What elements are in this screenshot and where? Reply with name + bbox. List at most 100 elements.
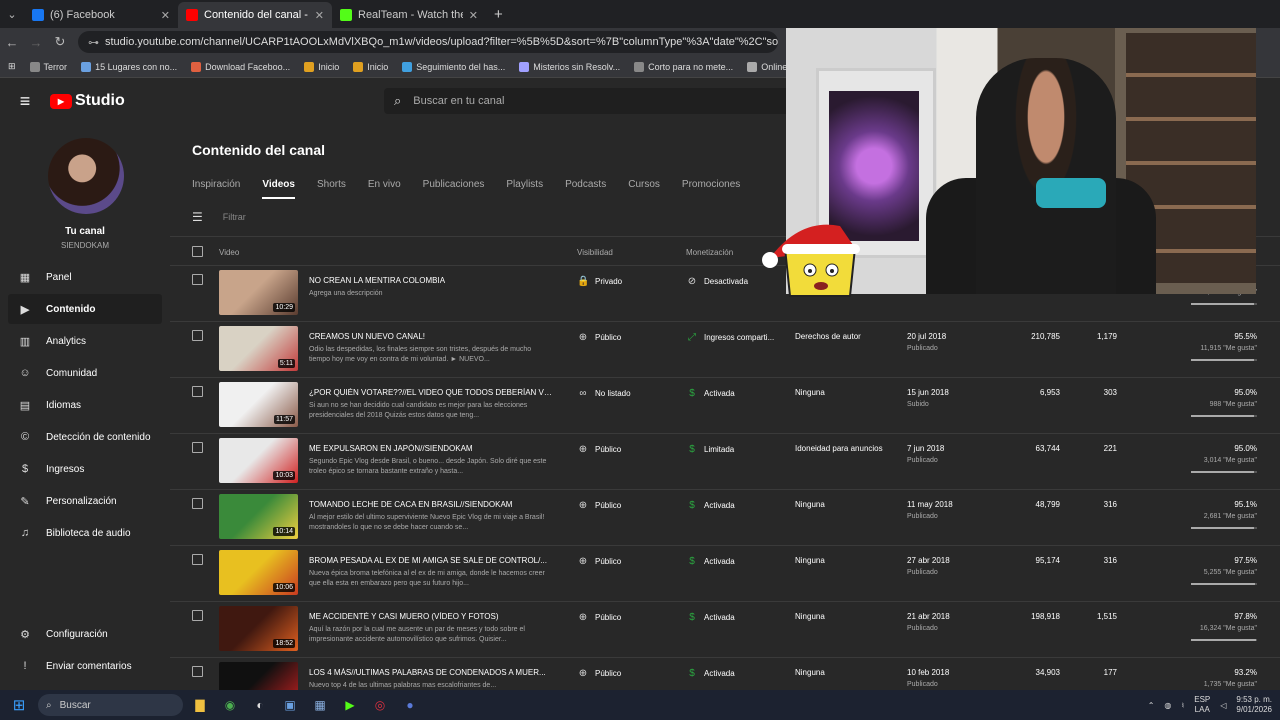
sidebar-item-dashboard[interactable]: ▦ Panel	[8, 262, 162, 292]
kick-icon[interactable]: ▶	[337, 694, 363, 716]
row-checkbox[interactable]	[192, 442, 203, 453]
video-title[interactable]: CREAMOS UN NUEVO CANAL!	[309, 332, 554, 341]
menu-icon[interactable]: ≡	[0, 91, 50, 112]
chevron-up-icon[interactable]: ⌃	[1148, 701, 1155, 710]
browser-tab[interactable]: RealTeam - Watch the VOD on ✕	[332, 2, 486, 28]
bookmark-item[interactable]: Inicio	[353, 61, 388, 72]
sidebar-item-copyright[interactable]: © Detección de contenido	[8, 422, 162, 452]
bookmark-item[interactable]: Corto para no mete...	[634, 61, 733, 72]
monetization-cell[interactable]: $ Activada	[686, 668, 734, 679]
video-thumbnail[interactable]: 10:14	[219, 494, 298, 539]
app-icon[interactable]: ◎	[367, 694, 393, 716]
row-checkbox[interactable]	[192, 666, 203, 677]
browser-tab[interactable]: Contenido del canal - YouTube ✕	[178, 2, 332, 28]
channel-avatar[interactable]	[48, 138, 124, 214]
bookmark-item[interactable]: 15 Lugares con no...	[81, 61, 177, 72]
monetization-cell[interactable]: $ Activada	[686, 556, 734, 567]
tab-inspiración[interactable]: Inspiración	[192, 179, 240, 199]
column-visibility[interactable]: Visibilidad	[577, 248, 613, 257]
sidebar-item-content[interactable]: ▶ Contenido	[8, 294, 162, 324]
tab-playlists[interactable]: Playlists	[506, 179, 543, 199]
filter-icon[interactable]: ☰	[192, 210, 203, 224]
row-checkbox[interactable]	[192, 554, 203, 565]
app-icon[interactable]: ◐	[247, 694, 273, 716]
close-icon[interactable]: ✕	[315, 9, 324, 22]
sidebar-item-analytics[interactable]: ▥ Analytics	[8, 326, 162, 356]
monetization-cell[interactable]: $ Activada	[686, 612, 734, 623]
video-thumbnail[interactable]: 10:06	[219, 550, 298, 595]
video-thumbnail[interactable]: 5:11	[219, 326, 298, 371]
video-thumbnail[interactable]: 10:29	[219, 270, 298, 315]
chrome-icon[interactable]: ◉	[217, 694, 243, 716]
monetization-cell[interactable]: $ Activada	[686, 500, 734, 511]
visibility-cell[interactable]: 🔒 Privado	[577, 276, 622, 287]
browser-tab[interactable]: (6) Facebook ✕	[24, 2, 178, 28]
sidebar-item-languages[interactable]: ▤ Idiomas	[8, 390, 162, 420]
bookmark-item[interactable]: Inicio	[304, 61, 339, 72]
clock[interactable]: 9:53 p. m. 9/01/2026	[1236, 695, 1272, 715]
language-indicator[interactable]: ESP LAA	[1194, 695, 1210, 715]
tab-podcasts[interactable]: Podcasts	[565, 179, 606, 199]
visibility-cell[interactable]: ⊕ Público	[577, 668, 621, 679]
close-icon[interactable]: ✕	[469, 9, 478, 22]
table-row[interactable]: 10:06 BROMA PESADA AL EX DE MI AMIGA SE S…	[170, 546, 1280, 602]
studio-logo[interactable]: ▶ Studio	[50, 92, 125, 110]
tab-shorts[interactable]: Shorts	[317, 179, 346, 199]
visibility-cell[interactable]: ⊕ Público	[577, 500, 621, 511]
row-checkbox[interactable]	[192, 610, 203, 621]
tab-promociones[interactable]: Promociones	[682, 179, 740, 199]
monetization-cell[interactable]: ⊘ Desactivada	[686, 276, 748, 287]
sidebar-item-settings[interactable]: ⚙ Configuración	[8, 619, 162, 649]
tab-videos[interactable]: Videos	[262, 179, 295, 199]
sidebar-item-earn[interactable]: $ Ingresos	[8, 454, 162, 484]
close-icon[interactable]: ✕	[161, 9, 170, 22]
app-icon[interactable]: ▣	[277, 694, 303, 716]
volume-icon[interactable]: ◁	[1220, 701, 1226, 710]
network-icon[interactable]: ◍	[1164, 701, 1171, 710]
tab-publicaciones[interactable]: Publicaciones	[423, 179, 485, 199]
bookmark-item[interactable]: Terror	[29, 61, 67, 72]
bookmark-item[interactable]: Seguimiento del has...	[402, 61, 505, 72]
video-thumbnail[interactable]: 18:52	[219, 606, 298, 651]
table-row[interactable]: 18:52 ME ACCIDENTÉ Y CASI MUERO (VÍDEO Y …	[170, 602, 1280, 658]
row-checkbox[interactable]	[192, 386, 203, 397]
channel-search[interactable]: ⌕ Buscar en tu canal	[384, 88, 804, 114]
video-title[interactable]: LOS 4 MÁS//ULTIMAS PALABRAS DE CONDENADO…	[309, 668, 554, 677]
video-thumbnail[interactable]: 11:57	[219, 382, 298, 427]
video-title[interactable]: ¿POR QUIÉN VOTARE??//EL VIDEO QUE TODOS …	[309, 388, 554, 397]
filter-input[interactable]: Filtrar	[223, 212, 246, 222]
video-title[interactable]: BROMA PESADA AL EX DE MI AMIGA SE SALE D…	[309, 556, 554, 565]
tab-search-button[interactable]: ⌄	[0, 0, 24, 28]
visibility-cell[interactable]: ⊕ Público	[577, 444, 621, 455]
monetization-cell[interactable]: $ Activada	[686, 388, 734, 399]
row-checkbox[interactable]	[192, 330, 203, 341]
visibility-cell[interactable]: ∞ No listado	[577, 388, 630, 399]
visibility-cell[interactable]: ⊕ Público	[577, 332, 621, 343]
search-input[interactable]: Buscar en tu canal	[413, 95, 504, 107]
back-button[interactable]: ←	[0, 35, 24, 50]
site-info-icon[interactable]: ⊶	[88, 36, 99, 49]
forward-button[interactable]: →	[24, 35, 48, 50]
table-row[interactable]: 11:57 ¿POR QUIÉN VOTARE??//EL VIDEO QUE T…	[170, 378, 1280, 434]
select-all-checkbox[interactable]	[192, 246, 203, 257]
sidebar-item-community[interactable]: ☺ Comunidad	[8, 358, 162, 388]
sidebar-item-feedback[interactable]: ! Enviar comentarios	[8, 651, 162, 681]
video-title[interactable]: TOMANDO LECHE DE CACA EN BRASIL//SIENDOK…	[309, 500, 554, 509]
calculator-icon[interactable]: ▦	[307, 694, 333, 716]
mic-icon[interactable]: ♮	[1181, 701, 1184, 710]
tab-cursos[interactable]: Cursos	[628, 179, 660, 199]
taskbar-search[interactable]: ⌕ Buscar	[38, 694, 183, 716]
row-checkbox[interactable]	[192, 498, 203, 509]
tab-en-vivo[interactable]: En vivo	[368, 179, 401, 199]
visibility-cell[interactable]: ⊕ Público	[577, 556, 621, 567]
sidebar-item-audio-library[interactable]: ♫ Biblioteca de audio	[8, 518, 162, 548]
app-icon[interactable]: ●	[397, 694, 423, 716]
visibility-cell[interactable]: ⊕ Público	[577, 612, 621, 623]
video-title[interactable]: NO CREAN LA MENTIRA COLOMBIA	[309, 276, 554, 285]
video-title[interactable]: ME ACCIDENTÉ Y CASI MUERO (VÍDEO Y FOTOS…	[309, 612, 554, 621]
table-row[interactable]: 5:11 CREAMOS UN NUEVO CANAL! Odio las desp…	[170, 322, 1280, 378]
windows-start-icon[interactable]: ⊞	[0, 696, 38, 714]
column-monetization[interactable]: Monetización	[686, 248, 733, 257]
video-title[interactable]: ME EXPULSARON EN JAPÓN//SIENDOKAM	[309, 444, 554, 453]
reload-button[interactable]: ↻	[48, 34, 72, 50]
